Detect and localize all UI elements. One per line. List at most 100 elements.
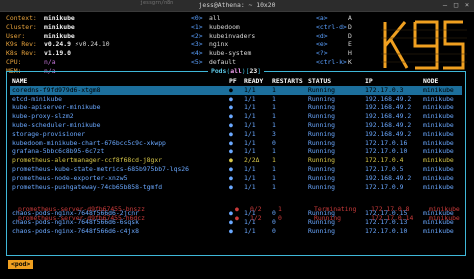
info-row: K8s Rev: v1.19.0 <box>6 49 166 58</box>
cell-name: storage-provisioner <box>12 129 86 138</box>
table-row[interactable]: chaos-pods-nginx-7648f566d6-6sqsk ● 1/1 0 Ru… <box>10 218 462 227</box>
window-titlebar: jessgrn/n8n jess@Athena: ~ 10x20 – □ × <box>0 0 474 12</box>
cell-restarts: 1 <box>272 85 276 94</box>
cell-restarts: 0 <box>272 138 276 147</box>
namespace-item[interactable]: <1> kubedoom <box>191 23 311 32</box>
shortcut-item[interactable]: <a> A <box>316 14 376 23</box>
pods-table: NAME PF READY RESTARTS STATUS IP NODE co… <box>10 77 462 235</box>
col-ready[interactable]: READY <box>244 77 263 86</box>
cell-ip: 172.17.0.9 <box>365 182 404 191</box>
shortcut-item[interactable]: <ctrl-d>D <box>316 23 376 32</box>
cell-pf: ● <box>229 129 233 138</box>
cell-ready: 1/1 <box>244 182 256 191</box>
shortcut-item[interactable]: <d> D <box>316 32 376 41</box>
namespace-name: kubedoom <box>209 22 240 31</box>
shortcut-item[interactable]: <e> E <box>316 40 376 49</box>
breadcrumb[interactable]: <pod> <box>8 260 34 269</box>
terminal[interactable]: Context: minikube Cluster: minikube User: min… <box>6 14 468 274</box>
namespace-item[interactable]: <2> kubeinvaders <box>191 32 311 41</box>
info-row: User: minikube <box>6 32 166 41</box>
table-row[interactable]: kube-scheduler-minikube ● 1/1 1 Running 192.1… <box>10 121 462 130</box>
minimize-icon[interactable]: – <box>440 1 450 10</box>
cell-ready: 1/1 <box>244 103 256 112</box>
maximize-icon[interactable]: □ <box>451 1 461 10</box>
shortcut-item[interactable]: <ctrl-k>K <box>316 58 376 67</box>
namespace-key: <0> <box>191 14 203 22</box>
cell-status: Running <box>308 208 335 217</box>
col-status[interactable]: STATUS <box>308 77 331 86</box>
table-row[interactable]: prometheus-kube-state-metrics-685b975bb7… <box>10 165 462 174</box>
cell-name: prometheus-pushgateway-74cb65b858-tgmfd <box>12 182 163 191</box>
cell-node: minikube <box>423 112 454 121</box>
cell-node: minikube <box>423 156 454 165</box>
col-ip[interactable]: IP <box>365 77 373 86</box>
cell-pf: ● <box>229 156 233 165</box>
info-update: ⚡v0.24.10 <box>74 40 110 49</box>
pods-panel: Pods(all)[23] NAME PF READY RESTARTS STA… <box>6 67 466 256</box>
info-row: CPU: n/a <box>6 58 166 67</box>
cell-pf: ● <box>229 94 233 103</box>
cell-name: kube-scheduler-minikube <box>12 120 101 129</box>
cell-node: minikube <box>423 94 454 103</box>
cell-restarts: 1 <box>272 94 276 103</box>
table-row[interactable]: kube-apiserver-minikube ● 1/1 1 Running 192.1… <box>10 103 462 112</box>
col-pf[interactable]: PF <box>229 77 237 86</box>
shortcut-item[interactable]: <?> H <box>316 49 376 58</box>
cell-ready: 1/1 <box>244 138 256 147</box>
namespace-key: <4> <box>191 49 203 58</box>
table-row[interactable]: storage-provisioner ● 1/1 3 Running 192.168.4… <box>10 130 462 139</box>
info-value: v0.24.9 <box>44 40 71 49</box>
cell-ip: 192.168.49.2 <box>365 94 412 103</box>
table-row[interactable]: chaos-pods-nginx-7648f566d6-2jcnr ● 1/1 0 Ru… <box>10 209 462 218</box>
namespace-name: nginx <box>209 40 229 49</box>
cell-name: kube-apiserver-minikube <box>12 103 101 112</box>
panel-namespace: all <box>230 67 242 75</box>
info-label: CPU: <box>6 57 22 66</box>
shortcut-action: D <box>348 31 352 40</box>
info-row: Context: minikube <box>6 14 166 23</box>
cell-pf: ● <box>229 226 233 235</box>
info-row: Cluster: minikube <box>6 23 166 32</box>
namespace-item[interactable]: <3> nginx <box>191 40 311 49</box>
info-label: K8s Rev: <box>6 49 37 58</box>
shortcut-action: D <box>348 22 352 31</box>
cell-node: minikube <box>423 85 454 94</box>
cell-restarts: 1 <box>272 147 276 156</box>
table-row[interactable]: grafana-5bbc6c8b95-6c7zt ● 1/1 1 Running 172.… <box>10 147 462 156</box>
cell-ready: 1/1 <box>244 85 256 94</box>
shortcut-action: E <box>348 40 352 49</box>
namespace-shortcuts: <0> all <1> kubedoom <2> kubeinvaders <3> nginx… <box>191 14 311 67</box>
table-row[interactable]: etcd-minikube ● 1/1 1 Running 192.168.49.2 min… <box>10 95 462 104</box>
cell-ip: 172.17.0.4 <box>365 156 404 165</box>
cell-restarts: 1 <box>272 156 276 165</box>
cell-status: Running <box>308 138 335 147</box>
namespace-key: <2> <box>191 31 203 40</box>
cell-status: Running <box>308 129 335 138</box>
col-name[interactable]: NAME <box>12 77 27 86</box>
table-row[interactable]: prometheus-node-exporter-xnzw5 ● 1/1 1 Runni… <box>10 174 462 183</box>
table-row[interactable]: prometheus-pushgateway-74cb65b858-tgmfd ●… <box>10 183 462 192</box>
namespace-item[interactable]: <5> default <box>191 58 311 67</box>
cell-ip: 172.17.0.13 <box>365 217 408 226</box>
cell-status: Running <box>308 147 335 156</box>
table-row[interactable]: chaos-pods-nginx-7648f566d6-c4jx8 ● 1/1 0 Ru… <box>10 227 462 236</box>
col-node[interactable]: NODE <box>423 77 438 86</box>
cell-restarts: 1 <box>272 173 276 182</box>
table-row[interactable]: coredns-f9fd979d6-xtgm8 ● 1/1 1 Running 172.1… <box>10 85 462 95</box>
cell-node: minikube <box>423 226 454 235</box>
cell-restarts: 1 <box>272 112 276 121</box>
close-icon[interactable]: × <box>462 1 472 10</box>
table-row[interactable]: kubedoom-minikube-chart-676bcc5c9c-xkwpp… <box>10 139 462 148</box>
cell-name: etcd-minikube <box>12 94 63 103</box>
panel-resource: Pods <box>210 67 227 75</box>
namespace-item[interactable]: <4> kube-system <box>191 49 311 58</box>
cell-restarts: 1 <box>272 120 276 129</box>
namespace-item[interactable]: <0> all <box>191 14 311 23</box>
col-restarts[interactable]: RESTARTS <box>272 77 303 86</box>
cell-ready: 1/1 <box>244 226 256 235</box>
table-row[interactable]: kube-proxy-slzm2 ● 1/1 1 Running 192.168.49.2… <box>10 112 462 121</box>
table-row[interactable]: prometheus-alertmanager-ccf8f68cd-j8gxr ●… <box>10 156 462 165</box>
cell-node: minikube <box>423 182 454 191</box>
cell-status: Running <box>308 226 335 235</box>
cell-name: chaos-pods-nginx-7648f566d6-2jcnr <box>12 208 139 217</box>
